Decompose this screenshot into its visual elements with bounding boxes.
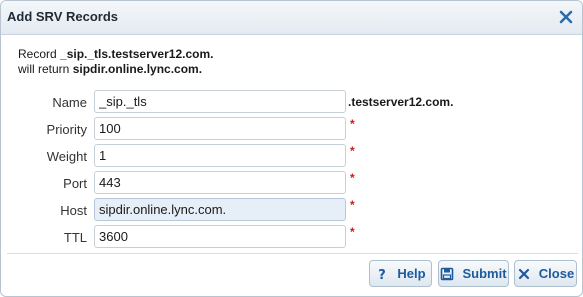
footer-divider: [7, 253, 578, 254]
summary-target: sipdir.online.lync.com.: [72, 62, 203, 76]
name-label: Name: [52, 95, 87, 110]
weight-field[interactable]: [94, 144, 346, 167]
weight-label: Weight: [46, 149, 87, 164]
close-button[interactable]: Close: [514, 260, 577, 287]
priority-label: Priority: [46, 122, 87, 137]
summary-prefix-2: will return: [18, 62, 73, 76]
weight-required-mark: *: [350, 144, 355, 158]
host-field[interactable]: [94, 198, 346, 221]
help-button-label: Help: [397, 266, 426, 281]
summary-prefix-1: Record: [18, 47, 61, 61]
name-field[interactable]: [94, 90, 346, 113]
port-field[interactable]: [94, 171, 346, 194]
question-icon: ?: [379, 268, 387, 281]
name-suffix: .testserver12.com.: [348, 95, 454, 109]
x-icon: [518, 268, 529, 279]
help-button[interactable]: ? Help: [369, 260, 432, 287]
ttl-field[interactable]: [94, 225, 346, 248]
close-button-label: Close: [538, 266, 575, 281]
submit-button-label: Submit: [462, 266, 507, 281]
port-label: Port: [63, 176, 87, 191]
host-label: Host: [60, 203, 87, 218]
ttl-label: TTL: [63, 230, 87, 245]
priority-required-mark: *: [350, 117, 355, 131]
ttl-required-mark: *: [350, 225, 355, 239]
priority-field[interactable]: [94, 117, 346, 140]
close-icon[interactable]: [559, 10, 573, 24]
dialog-title: Add SRV Records: [7, 9, 119, 24]
add-srv-records-dialog: Add SRV Records Record _sip._tls.testser…: [0, 0, 583, 297]
save-icon: [441, 267, 454, 280]
record-summary: Record _sip._tls.testserver12.com. will …: [18, 47, 213, 77]
port-required-mark: *: [350, 171, 355, 185]
summary-record-name: _sip._tls.testserver12.com.: [60, 47, 214, 61]
dialog-titlebar: Add SRV Records: [1, 1, 582, 35]
submit-button[interactable]: Submit: [438, 260, 509, 287]
host-required-mark: *: [350, 198, 355, 212]
svg-text:?: ?: [379, 268, 387, 281]
